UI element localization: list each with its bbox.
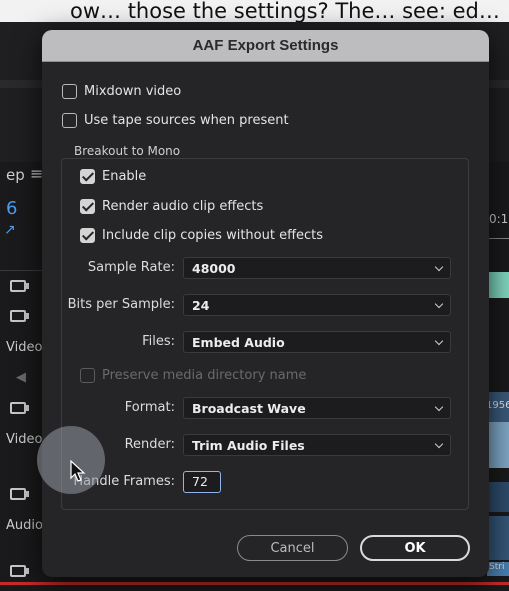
include-copies-checkbox[interactable]: [80, 227, 95, 243]
enable-checkbox[interactable]: [80, 168, 95, 184]
bg-sync-icon: ↗: [4, 222, 16, 238]
bg-collapse-arrow-icon[interactable]: ◀: [16, 370, 26, 385]
bg-panel-tab: ep: [6, 166, 25, 184]
preserve-directory-checkbox: [80, 367, 95, 383]
bg-ruler-time: 0:1: [489, 212, 509, 226]
tape-sources-checkbox[interactable]: [62, 112, 77, 128]
cancel-button[interactable]: Cancel: [237, 535, 348, 561]
breakout-group-title: Breakout to Mono: [70, 144, 185, 158]
preserve-directory-label: Preserve media directory name: [102, 367, 307, 383]
bg-track-label-video: Video: [6, 340, 43, 355]
aaf-export-settings-dialog: AAF Export Settings Mixdown video Use ta…: [42, 30, 489, 577]
mouse-pointer-icon: [70, 460, 86, 482]
format-label: Format:: [124, 400, 175, 415]
timeline-clip-green[interactable]: [487, 272, 509, 298]
sample-rate-value: 48000: [192, 260, 236, 276]
render-select[interactable]: Trim Audio Files: [183, 434, 451, 456]
mixdown-video-label: Mixdown video: [84, 83, 182, 99]
tape-sources-option[interactable]: Use tape sources when present: [62, 109, 289, 131]
render-value: Trim Audio Files: [192, 437, 305, 453]
video-track-icon[interactable]: [10, 310, 29, 322]
preserve-directory-option: Preserve media directory name: [80, 364, 306, 386]
chevron-down-icon: [434, 299, 444, 309]
bits-per-sample-value: 24: [192, 297, 210, 313]
format-select[interactable]: Broadcast Wave: [183, 397, 451, 419]
bg-ruler-ticks: [487, 238, 509, 244]
files-label: Files:: [142, 334, 175, 349]
sample-rate-select[interactable]: 48000: [183, 257, 451, 279]
files-select[interactable]: Embed Audio: [183, 331, 451, 353]
video-caption-bar: ow… those the settings? The… see: ed…: [0, 0, 509, 22]
tape-sources-label: Use tape sources when present: [84, 112, 289, 128]
timeline-audio-wave[interactable]: [487, 516, 509, 560]
bg-track-label-video: Video: [6, 432, 43, 447]
video-track-icon[interactable]: [10, 280, 29, 292]
ok-button[interactable]: OK: [360, 535, 470, 561]
timeline-clip-label: 1956: [486, 400, 509, 411]
bg-divider: [0, 270, 42, 271]
bg-track-label-audio: Audio: [6, 518, 43, 533]
timeline-clip-thumb[interactable]: [487, 422, 509, 468]
video-track-icon[interactable]: [10, 402, 29, 414]
render-effects-checkbox[interactable]: [80, 198, 95, 214]
bg-timecode: 6: [6, 198, 18, 219]
mixdown-video-checkbox[interactable]: [62, 83, 77, 99]
chevron-down-icon: [434, 402, 444, 412]
chevron-down-icon: [434, 439, 444, 449]
audio-track-icon[interactable]: [10, 488, 29, 500]
chevron-down-icon: [434, 262, 444, 272]
mixdown-video-option[interactable]: Mixdown video: [62, 80, 181, 102]
format-value: Broadcast Wave: [192, 400, 306, 416]
sample-rate-label: Sample Rate:: [87, 260, 175, 275]
bits-per-sample-label: Bits per Sample:: [67, 297, 175, 312]
enable-label: Enable: [102, 168, 147, 184]
playback-progress-line[interactable]: [0, 582, 509, 585]
timeline-clip-label: Stri: [489, 562, 505, 572]
dialog-title-bar[interactable]: AAF Export Settings: [42, 30, 489, 62]
enable-option[interactable]: Enable: [80, 165, 146, 187]
dialog-title: AAF Export Settings: [192, 37, 339, 54]
include-copies-label: Include clip copies without effects: [102, 227, 324, 243]
include-copies-option[interactable]: Include clip copies without effects: [80, 224, 323, 246]
handle-frames-input[interactable]: 72: [183, 471, 221, 493]
bits-per-sample-select[interactable]: 24: [183, 294, 451, 316]
chevron-down-icon: [434, 336, 444, 346]
render-effects-option[interactable]: Render audio clip effects: [80, 195, 263, 217]
timeline-audio-wave[interactable]: [487, 482, 509, 512]
audio-track-icon[interactable]: [10, 565, 29, 577]
render-effects-label: Render audio clip effects: [102, 198, 264, 214]
files-value: Embed Audio: [192, 334, 285, 350]
